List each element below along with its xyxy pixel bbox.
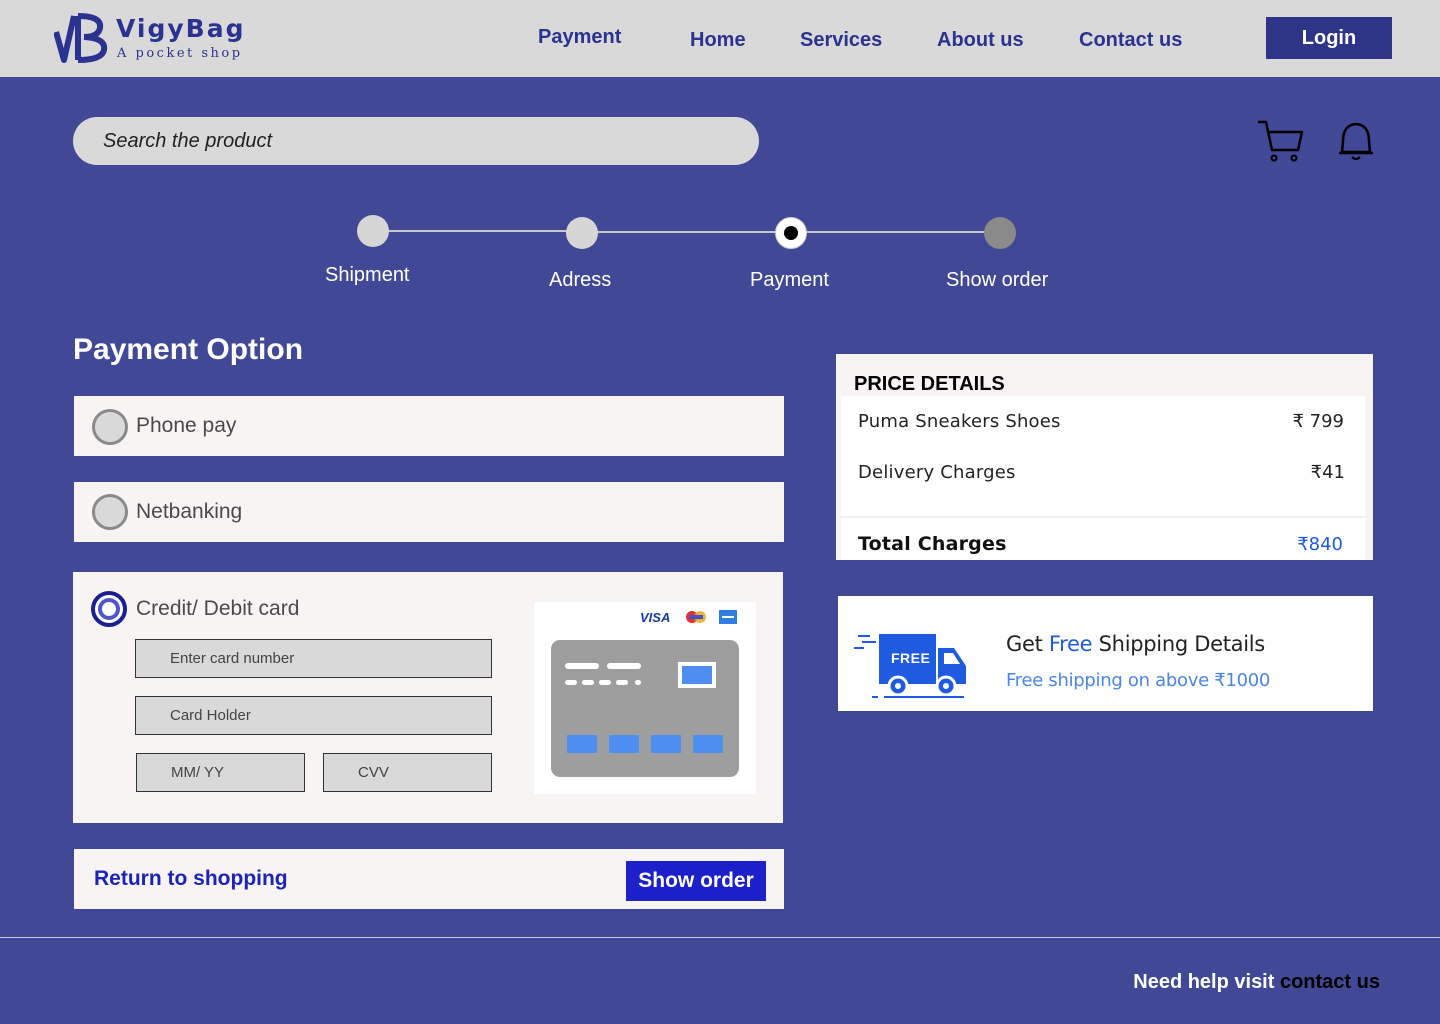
header: VigyBag A pocket shop Payment Home Servi… <box>0 0 1440 77</box>
step-label-shipment: Shipment <box>325 264 410 286</box>
shipping-title-suffix: Shipping Details <box>1092 632 1266 656</box>
card-cvv-field[interactable] <box>323 753 492 792</box>
step-label-address: Adress <box>549 269 612 291</box>
nav-services[interactable]: Services <box>800 29 882 52</box>
footer-help: Need help visit contact us <box>1133 971 1380 994</box>
radio-card[interactable] <box>91 591 127 627</box>
cart-icon[interactable] <box>1256 118 1304 164</box>
footer-divider <box>0 937 1440 938</box>
step-label-payment: Payment <box>750 269 829 291</box>
nav-home[interactable]: Home <box>690 29 746 52</box>
brand-tagline: A pocket shop <box>117 46 243 61</box>
nav-contact-us[interactable]: Contact us <box>1079 29 1182 52</box>
credit-card-icon <box>551 640 739 777</box>
card-number-field[interactable] <box>135 639 492 678</box>
step-label-show-order: Show order <box>946 269 1049 291</box>
footer-help-text: Need help visit <box>1133 971 1280 993</box>
step-connector <box>388 230 568 232</box>
return-to-shopping-link[interactable]: Return to shopping <box>94 867 288 891</box>
price-details-title: PRICE DETAILS <box>854 373 1005 395</box>
mastercard-icon <box>686 611 706 623</box>
bell-icon[interactable] <box>1337 121 1375 163</box>
price-divider <box>841 516 1365 518</box>
footer-contact-link[interactable]: contact us <box>1280 971 1380 993</box>
visa-logo: VISA <box>640 610 671 625</box>
search-input[interactable] <box>73 117 759 165</box>
delivery-charges-value: ₹41 <box>1310 462 1345 483</box>
step-dot-show-order[interactable] <box>984 217 1016 249</box>
shipping-subtitle: Free shipping on above ₹1000 <box>1006 670 1271 691</box>
step-dot-payment[interactable] <box>775 217 807 249</box>
payment-option-title: Payment Option <box>73 333 304 366</box>
option-label-phone-pay: Phone pay <box>136 414 237 437</box>
total-charges-value: ₹840 <box>1297 534 1343 555</box>
nav-about-us[interactable]: About us <box>937 29 1024 52</box>
card-holder-field[interactable] <box>135 696 492 735</box>
shipping-title-highlight: Free <box>1048 632 1093 656</box>
step-connector <box>806 231 986 233</box>
price-item-label: Puma Sneakers Shoes <box>858 411 1061 432</box>
radio-phone-pay[interactable] <box>92 409 128 445</box>
brand-logo[interactable]: VigyBag A pocket shop <box>54 10 254 68</box>
brand-name: VigyBag <box>116 14 246 43</box>
step-dot-address[interactable] <box>566 217 598 249</box>
vb-logo-icon <box>54 13 108 63</box>
amex-icon <box>719 610 737 624</box>
option-label-netbanking: Netbanking <box>136 500 243 523</box>
card-illustration: VISA <box>534 602 756 794</box>
step-dot-shipment[interactable] <box>357 215 389 247</box>
show-order-button[interactable]: Show order <box>626 861 766 901</box>
step-connector <box>597 231 777 233</box>
login-button[interactable]: Login <box>1266 17 1392 59</box>
shipping-title-prefix: Get <box>1006 632 1049 656</box>
shipping-title: Get Free Shipping Details <box>1006 632 1265 656</box>
price-item-value: ₹ 799 <box>1292 411 1344 432</box>
card-expiry-field[interactable] <box>136 753 305 792</box>
total-charges-label: Total Charges <box>858 533 1007 555</box>
option-label-card: Credit/ Debit card <box>136 597 300 620</box>
free-badge-text: FREE <box>891 650 931 666</box>
radio-netbanking[interactable] <box>92 494 128 530</box>
delivery-charges-label: Delivery Charges <box>858 462 1016 483</box>
nav-payment[interactable]: Payment <box>538 26 621 49</box>
